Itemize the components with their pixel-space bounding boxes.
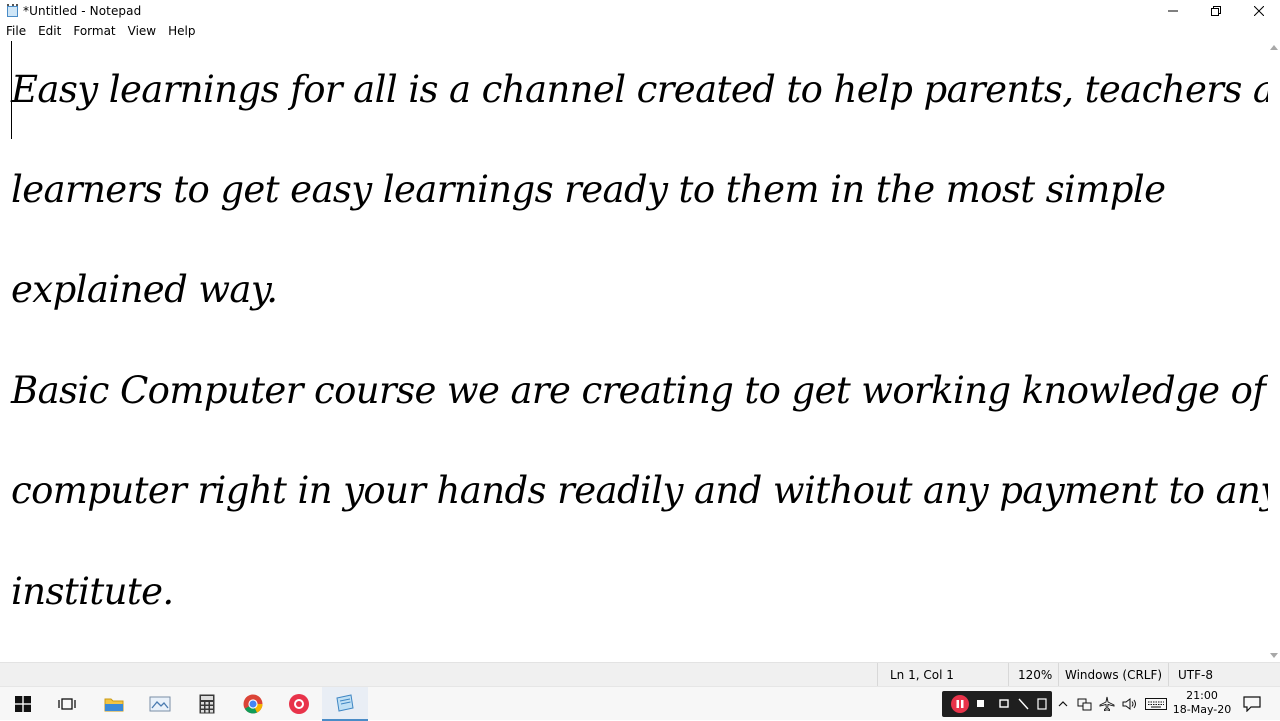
tray-keyboard[interactable]	[1143, 687, 1169, 721]
calculator-icon	[199, 694, 215, 714]
notification-icon	[1243, 696, 1261, 712]
file-explorer-button[interactable]	[91, 687, 137, 721]
chrome-icon	[243, 694, 263, 714]
screen-recorder-button[interactable]	[276, 687, 322, 721]
title-bar[interactable]: *Untitled - Notepad	[0, 0, 1280, 22]
editor-line-2: learners to get easy learnings ready to …	[11, 168, 1166, 211]
vertical-scrollbar[interactable]	[1268, 41, 1280, 662]
notepad-app-icon[interactable]	[6, 4, 20, 18]
taskbar-clock[interactable]: 21:00 18-May-20	[1168, 689, 1236, 717]
chrome-button[interactable]	[230, 687, 276, 721]
clock-date: 18-May-20	[1172, 703, 1232, 716]
action-center-button[interactable]	[1238, 687, 1266, 721]
network-icon	[1077, 698, 1092, 711]
start-button[interactable]	[0, 687, 46, 721]
window-title: *Untitled - Notepad	[23, 4, 142, 18]
tray-airplane[interactable]	[1097, 687, 1117, 721]
photos-button[interactable]	[137, 687, 183, 721]
screen-recorder-icon	[289, 694, 309, 714]
task-view-button[interactable]	[44, 687, 90, 721]
status-position: Ln 1, Col 1	[877, 663, 1008, 687]
minimize-button[interactable]	[1151, 0, 1194, 22]
menu-view[interactable]: View	[122, 22, 162, 41]
task-view-icon	[58, 698, 76, 710]
status-bar: Ln 1, Col 1 120% Windows (CRLF) UTF-8	[0, 662, 1280, 687]
recorder-controls	[942, 691, 1052, 717]
windows-start-icon	[15, 696, 31, 712]
scroll-down-icon[interactable]	[1270, 653, 1278, 658]
notepad-icon	[336, 694, 354, 712]
editor-line-3: explained way.	[11, 268, 278, 311]
editor-line-6: institute.	[11, 570, 174, 613]
editor-line-5: computer right in your hands readily and…	[11, 469, 1268, 512]
chevron-up-icon	[1058, 701, 1068, 707]
menu-file[interactable]: File	[0, 22, 32, 41]
status-line-ending: Windows (CRLF)	[1058, 663, 1168, 687]
minimize-icon	[1167, 10, 1178, 12]
restore-icon	[1210, 6, 1221, 16]
close-icon	[1253, 6, 1264, 16]
menu-edit[interactable]: Edit	[32, 22, 67, 41]
volume-icon	[1122, 698, 1136, 710]
close-button[interactable]	[1237, 0, 1280, 22]
menu-help[interactable]: Help	[162, 22, 201, 41]
scroll-up-icon[interactable]	[1270, 45, 1278, 50]
keyboard-icon	[1145, 698, 1167, 710]
restore-button[interactable]	[1194, 0, 1237, 22]
taskbar: 21:00 18-May-20	[0, 686, 1280, 721]
editor-line-1: Easy learnings for all is a channel crea…	[11, 68, 1268, 111]
editor-line-4: Basic Computer course we are creating to…	[11, 369, 1266, 412]
menu-bar: File Edit Format View Help	[0, 22, 1280, 41]
menu-format[interactable]: Format	[67, 22, 121, 41]
status-encoding: UTF-8	[1168, 663, 1280, 687]
tray-network[interactable]	[1074, 687, 1096, 721]
status-zoom: 120%	[1008, 663, 1058, 687]
file-explorer-icon	[104, 698, 124, 712]
calculator-button[interactable]	[184, 687, 230, 721]
recorder-controls-icon[interactable]	[942, 691, 1052, 717]
text-editor[interactable]: Easy learnings for all is a channel crea…	[0, 41, 1268, 662]
photos-icon	[149, 696, 171, 712]
airplane-icon	[1099, 696, 1115, 712]
tray-volume[interactable]	[1119, 687, 1141, 721]
tray-expand-button[interactable]	[1054, 687, 1072, 721]
notepad-taskbar-button[interactable]	[322, 687, 368, 721]
clock-time: 21:00	[1186, 689, 1218, 702]
